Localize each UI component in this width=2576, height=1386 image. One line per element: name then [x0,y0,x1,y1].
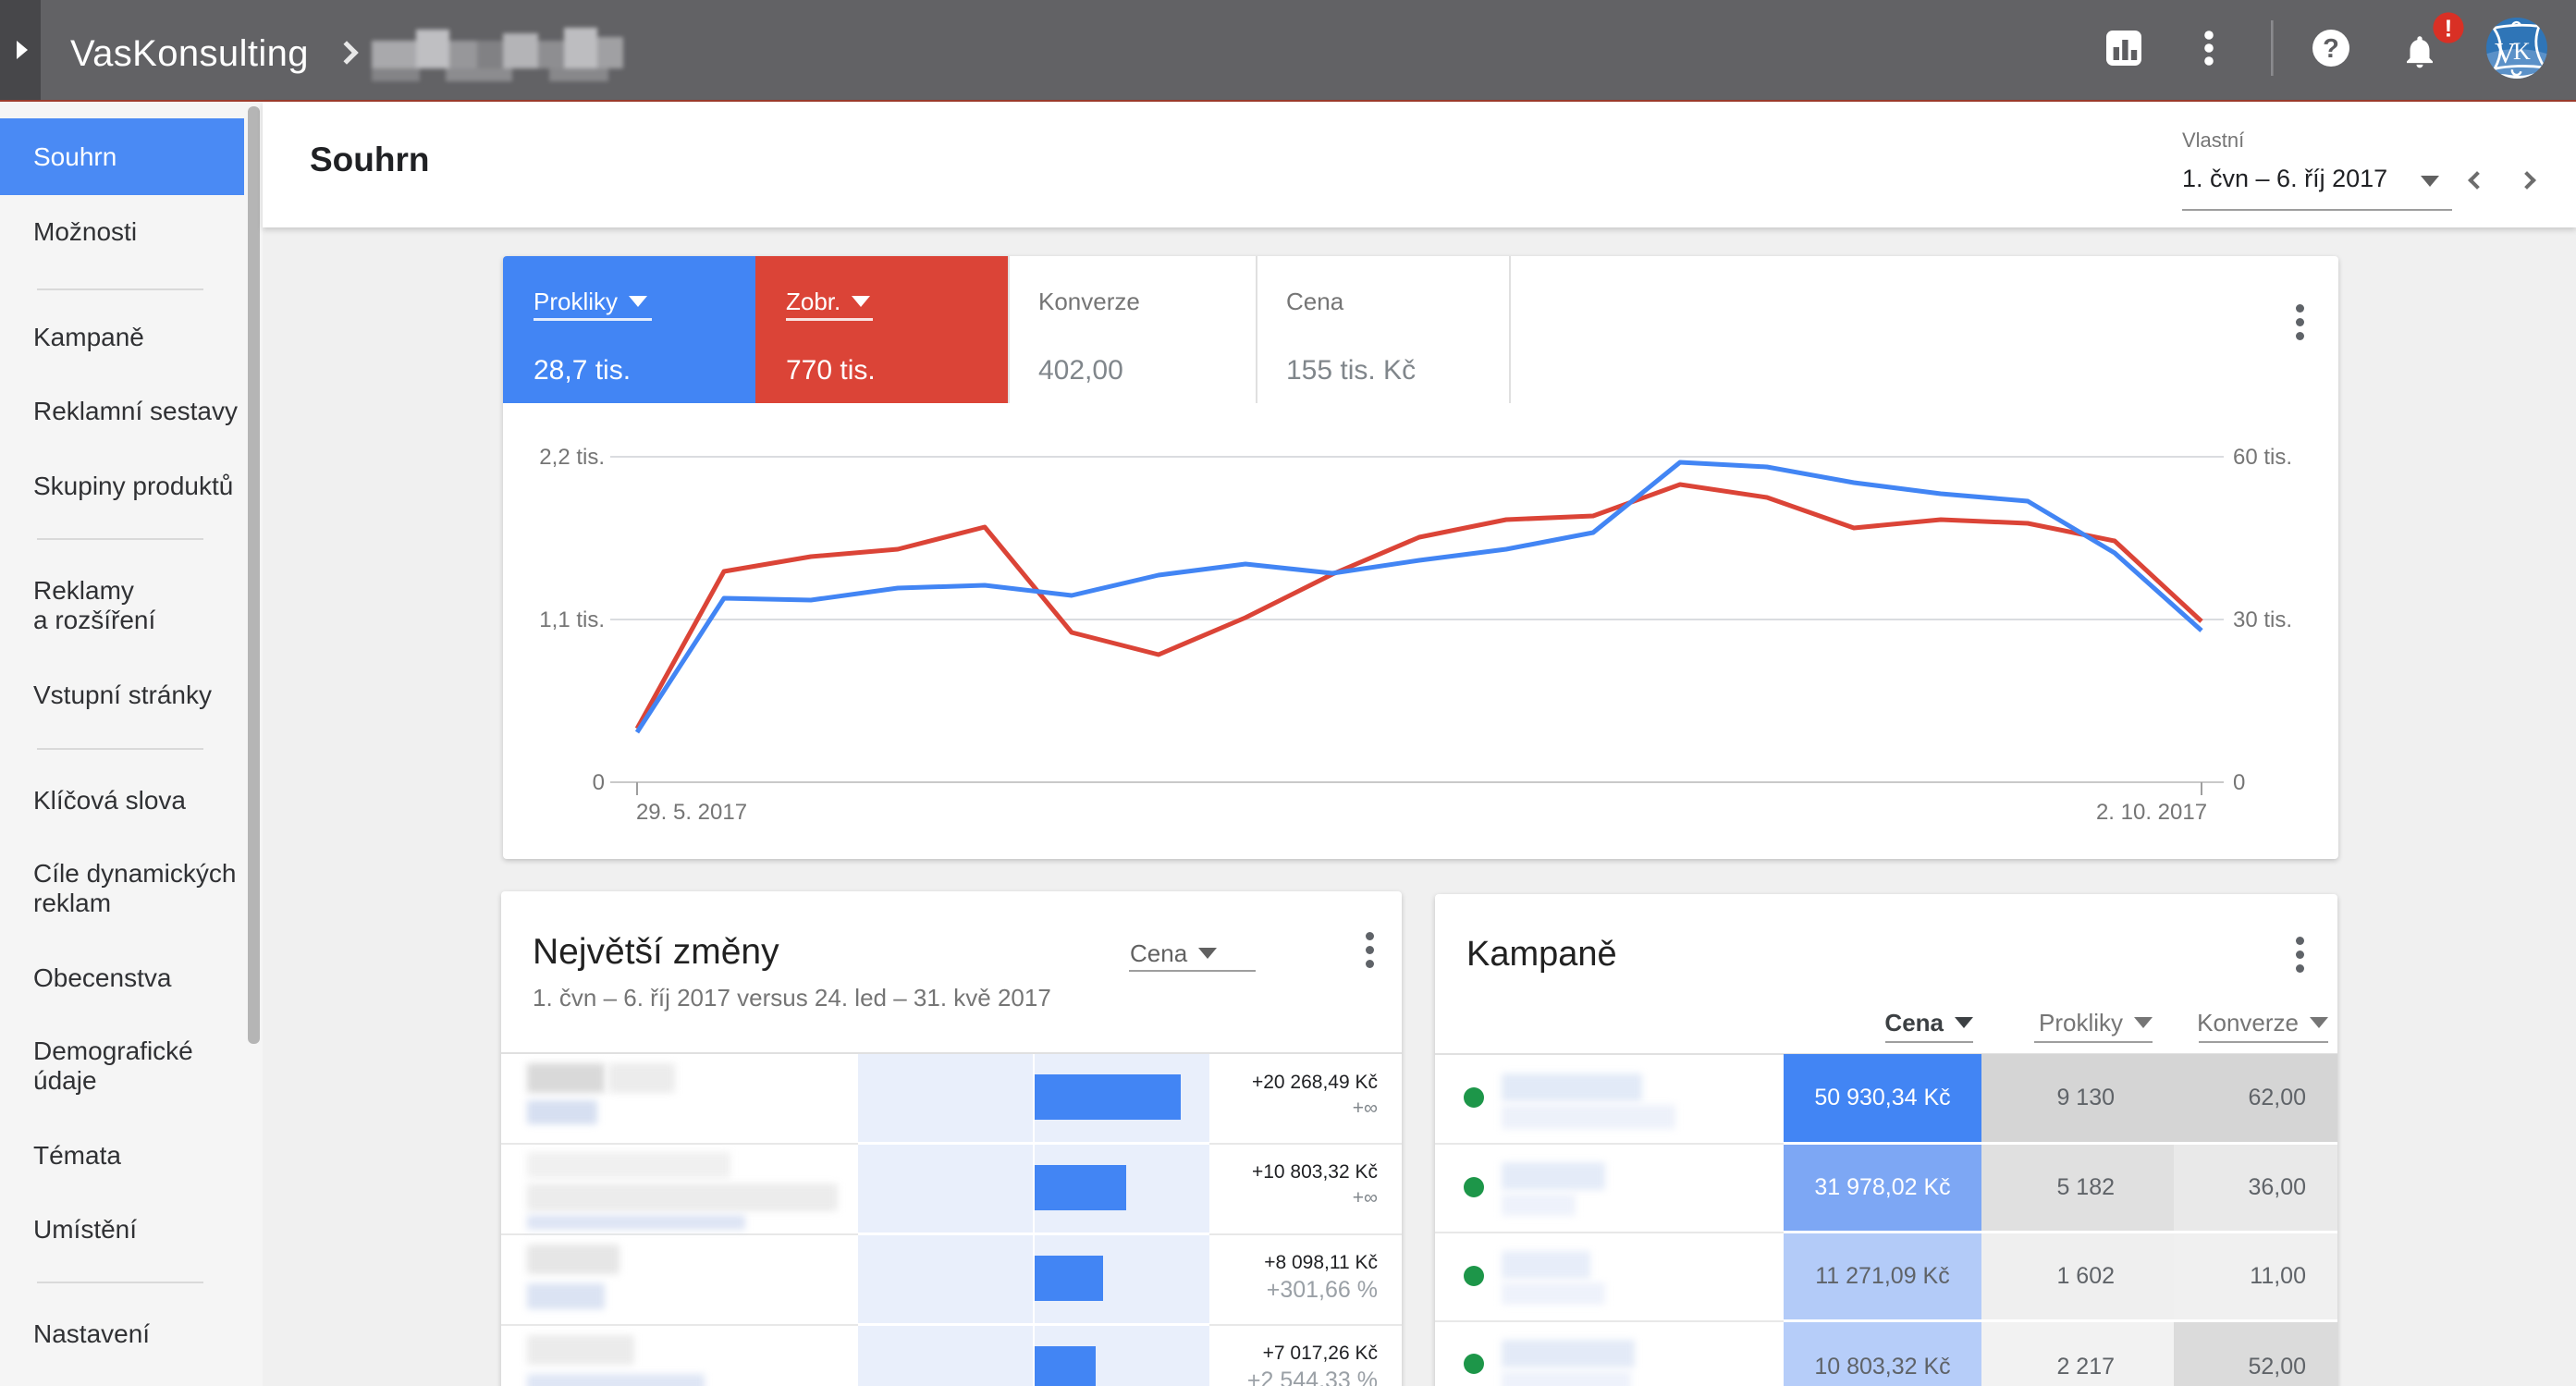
svg-text:!: ! [2445,15,2453,43]
svg-text:30 tis.: 30 tis. [2233,607,2292,632]
svg-text:1,1 tis.: 1,1 tis. [539,607,605,632]
svg-text:60 tis.: 60 tis. [2233,445,2292,470]
svg-text:0: 0 [2233,770,2245,795]
svg-text:?: ? [2323,34,2339,64]
svg-text:2,2 tis.: 2,2 tis. [539,445,605,470]
svg-text:K: K [2513,38,2531,65]
svg-text:0: 0 [593,770,605,795]
svg-text:2. 10. 2017: 2. 10. 2017 [2096,800,2207,825]
svg-text:29. 5. 2017: 29. 5. 2017 [636,800,747,825]
